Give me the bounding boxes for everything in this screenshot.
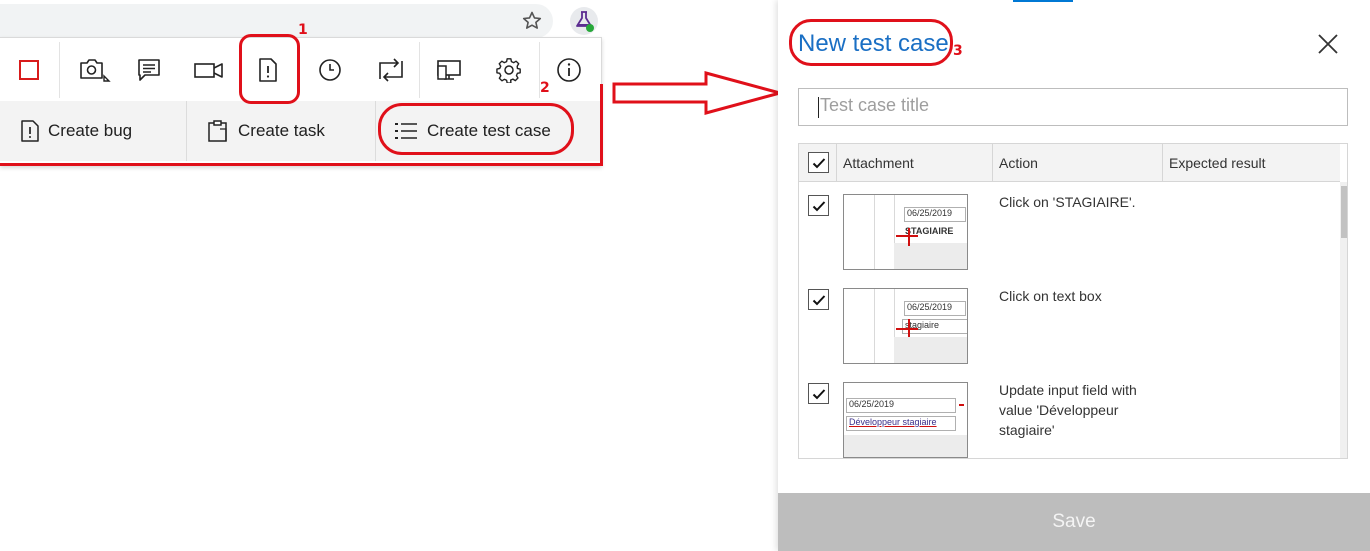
header-divider <box>836 144 837 182</box>
flask-icon[interactable] <box>568 6 600 36</box>
save-button[interactable]: Save <box>778 493 1370 551</box>
browser-address-bar[interactable] <box>0 4 553 38</box>
annotation-bracket-bottom <box>0 163 603 166</box>
close-icon[interactable] <box>1316 32 1340 56</box>
annotation-number-3: 3 <box>953 43 963 59</box>
about-button[interactable] <box>551 52 587 88</box>
step-checkbox[interactable] <box>808 195 829 216</box>
check-icon <box>812 388 825 399</box>
bug-icon <box>21 120 39 142</box>
annotation-number-1: 1 <box>298 22 308 38</box>
menu-divider <box>375 101 376 161</box>
annotation-box-step2 <box>378 103 574 155</box>
tab-accent <box>1013 0 1073 2</box>
thumb-date: 06/25/2019 <box>904 301 966 316</box>
device-simulation-button[interactable] <box>432 52 468 88</box>
step-action: Click on 'STAGIAIRE'. <box>999 194 1136 210</box>
menu-divider <box>186 101 187 161</box>
step-checkbox[interactable] <box>808 383 829 404</box>
stop-session-button[interactable] <box>11 52 47 88</box>
settings-icon <box>496 58 521 83</box>
step-row: 06/25/2019 stagiaire Click on text box <box>799 276 1340 370</box>
step-row: 06/25/2019 Développeur stagiaire Update … <box>799 370 1340 458</box>
screenshot-icon <box>80 59 111 82</box>
toolbar <box>0 38 602 102</box>
step-checkbox[interactable] <box>808 289 829 310</box>
timeline-button[interactable] <box>312 52 348 88</box>
capture-note-button[interactable] <box>131 52 167 88</box>
create-bug-label: Create bug <box>48 121 133 140</box>
step-row: 06/25/2019 STAGIAIRE Click on 'STAGIAIRE… <box>799 182 1340 276</box>
capture-icon <box>379 58 403 82</box>
thumb-label: stagiaire <box>902 319 967 334</box>
check-icon <box>812 294 825 305</box>
check-icon <box>812 157 825 168</box>
column-expected-result: Expected result <box>1169 155 1266 171</box>
thumb-date: 06/25/2019 <box>846 398 956 413</box>
step-action: Click on text box <box>999 288 1102 304</box>
stop-icon <box>19 60 39 80</box>
header-divider <box>1162 144 1163 182</box>
record-screen-button[interactable] <box>191 52 227 88</box>
timeline-icon <box>319 59 341 81</box>
task-icon <box>208 120 227 142</box>
grid-scrollbar[interactable] <box>1340 182 1347 458</box>
create-bug-item[interactable]: Create bug <box>20 101 132 161</box>
thumb-label: Développeur stagiaire <box>846 416 956 431</box>
step-screenshot-thumbnail[interactable]: 06/25/2019 STAGIAIRE <box>843 194 968 270</box>
new-test-case-dialog: New test case Test case title Attachment… <box>778 0 1370 551</box>
title-placeholder: Test case title <box>820 95 930 115</box>
thumb-label: STAGIAIRE <box>902 225 967 240</box>
steps-grid: Attachment Action Expected result 06/25/… <box>798 143 1348 459</box>
annotation-box-step3 <box>789 19 953 66</box>
test-case-title-input[interactable]: Test case title <box>798 88 1348 126</box>
capture-options-button[interactable] <box>373 52 409 88</box>
header-divider <box>992 144 993 182</box>
grid-header: Attachment Action Expected result <box>799 144 1340 182</box>
step-screenshot-thumbnail[interactable]: 06/25/2019 stagiaire <box>843 288 968 364</box>
info-icon <box>557 58 581 82</box>
check-icon <box>812 200 825 211</box>
column-action: Action <box>999 155 1038 171</box>
annotation-arrow <box>612 71 784 115</box>
thumb-date: 06/25/2019 <box>904 207 966 222</box>
text-caret <box>818 97 819 118</box>
create-task-label: Create task <box>238 121 325 140</box>
create-task-item[interactable]: Create task <box>206 101 325 161</box>
column-attachment: Attachment <box>843 155 914 171</box>
toolbar-divider <box>419 42 420 98</box>
toolbar-divider <box>59 42 60 98</box>
annotation-number-2: 2 <box>540 80 550 96</box>
device-icon <box>437 60 461 80</box>
step-screenshot-thumbnail[interactable]: 06/25/2019 Développeur stagiaire <box>843 382 968 458</box>
select-all-checkbox[interactable] <box>808 152 829 173</box>
annotation-bracket-right <box>600 84 603 166</box>
scrollbar-thumb[interactable] <box>1341 186 1347 238</box>
note-icon <box>138 59 160 81</box>
settings-button[interactable] <box>491 52 527 88</box>
star-icon[interactable] <box>520 9 544 33</box>
capture-screenshot-button[interactable] <box>76 52 112 88</box>
annotation-box-step1 <box>239 34 300 104</box>
video-icon <box>194 63 223 78</box>
step-action: Update input field with value 'Développe… <box>999 382 1137 438</box>
